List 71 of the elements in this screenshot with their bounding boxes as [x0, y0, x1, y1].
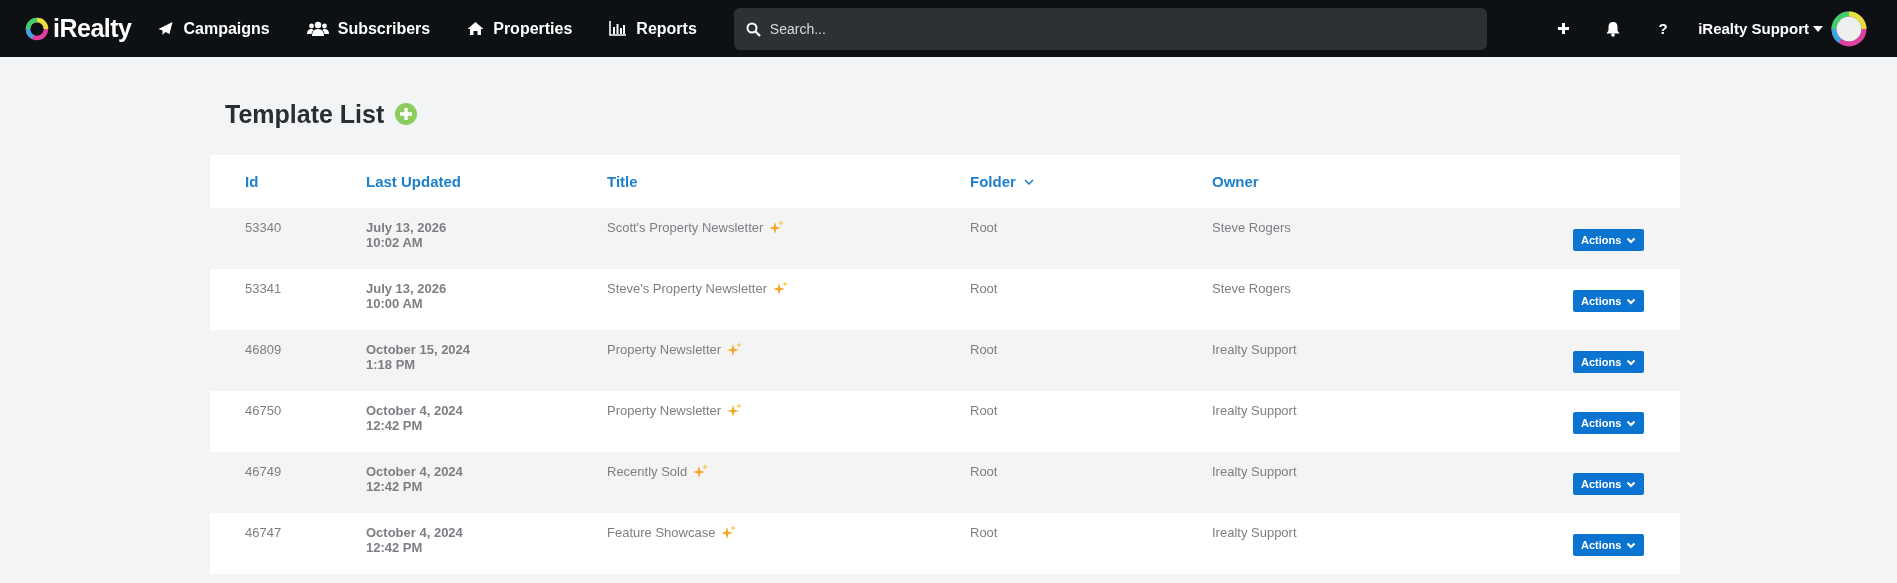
caret-icon	[1813, 25, 1823, 32]
owner-text: Steve Rogers	[1212, 281, 1291, 296]
sparkle-icon	[721, 525, 737, 540]
column-header[interactable]: Title	[607, 173, 638, 190]
nav-link[interactable]: Campaigns	[157, 19, 270, 38]
id-text: 53340	[245, 220, 282, 235]
folder-text: Root	[970, 403, 998, 418]
actions-button[interactable]: Actions	[1573, 473, 1645, 495]
owner-text: Steve Rogers	[1212, 220, 1291, 235]
date-text: October 4, 2024 12:42 PM	[366, 403, 464, 433]
chevron-down-icon	[1626, 541, 1637, 549]
template-title[interactable]: Recently Sold	[607, 464, 688, 479]
template-title[interactable]: Feature Showcase	[607, 525, 716, 540]
folder-text: Root	[970, 525, 998, 540]
date-text: October 4, 2024 12:42 PM	[366, 464, 464, 494]
sparkle-icon	[693, 464, 709, 479]
sparkle-icon	[727, 342, 743, 357]
id-text: 46749	[245, 464, 282, 479]
id-text: 46747	[245, 525, 282, 540]
nav-link[interactable]: Properties	[467, 19, 573, 38]
column-header[interactable]: Folder	[970, 173, 1016, 190]
owner-text: Irealty Support	[1212, 525, 1297, 540]
template-title[interactable]: Property Newsletter	[607, 342, 722, 357]
actions-button[interactable]: Actions	[1573, 534, 1645, 556]
date-text: July 13, 2026 10:00 AM	[366, 281, 448, 311]
help-button[interactable]: ?	[1638, 13, 1689, 44]
chevron-down-icon	[1626, 358, 1637, 366]
actions-button[interactable]: Actions	[1573, 290, 1645, 312]
date-text: October 4, 2024 12:42 PM	[366, 525, 464, 555]
actions-button[interactable]: Actions	[1573, 412, 1645, 434]
template-title[interactable]: Scott's Property Newsletter	[607, 220, 764, 235]
page-title: Template List	[225, 99, 385, 129]
folder-text: Root	[970, 464, 998, 479]
chevron-down-icon	[1626, 236, 1637, 244]
nav-link[interactable]: Subscribers	[306, 19, 431, 38]
column-header[interactable]: Last Updated	[366, 173, 461, 190]
chevron-down-icon	[1626, 419, 1637, 427]
sparkle-icon	[773, 281, 788, 296]
bell-icon	[1606, 20, 1621, 37]
folder-text: Root	[970, 220, 998, 235]
plus-icon	[1556, 22, 1570, 35]
logo-ring-icon	[25, 16, 49, 41]
owner-text: Irealty Support	[1212, 403, 1297, 418]
actions-button[interactable]: Actions	[1573, 229, 1645, 251]
users-icon	[306, 20, 329, 37]
house-icon	[467, 21, 485, 36]
user-menu[interactable]: iRealty Support	[1698, 20, 1823, 37]
column-header[interactable]: Id	[245, 173, 259, 190]
sparkle-icon	[727, 403, 743, 418]
paper-plane-icon	[157, 20, 175, 37]
avatar[interactable]	[1831, 10, 1867, 47]
nav-link[interactable]: Reports	[609, 19, 697, 38]
sparkle-icon	[769, 220, 785, 235]
id-text: 46750	[245, 403, 282, 418]
search-field[interactable]: Search...	[733, 7, 1487, 50]
owner-text: Irealty Support	[1212, 464, 1297, 479]
bar-chart-icon	[609, 21, 628, 36]
folder-text: Root	[970, 281, 998, 296]
template-title[interactable]: Steve's Property Newsletter	[607, 281, 767, 296]
owner-text: Irealty Support	[1212, 342, 1297, 357]
chevron-down-icon	[1626, 297, 1637, 305]
actions-button[interactable]: Actions	[1573, 351, 1645, 373]
id-text: 46809	[245, 342, 282, 357]
brand-logo[interactable]: iRealty	[25, 14, 132, 43]
date-text: July 13, 2026 10:02 AM	[366, 220, 448, 250]
template-title[interactable]: Property Newsletter	[607, 403, 722, 418]
id-text: 53341	[245, 281, 282, 296]
column-header[interactable]: Owner	[1212, 173, 1259, 190]
chevron-down-icon	[1626, 480, 1637, 488]
date-text: October 15, 2024 1:18 PM	[366, 342, 472, 372]
folder-text: Root	[970, 342, 998, 357]
